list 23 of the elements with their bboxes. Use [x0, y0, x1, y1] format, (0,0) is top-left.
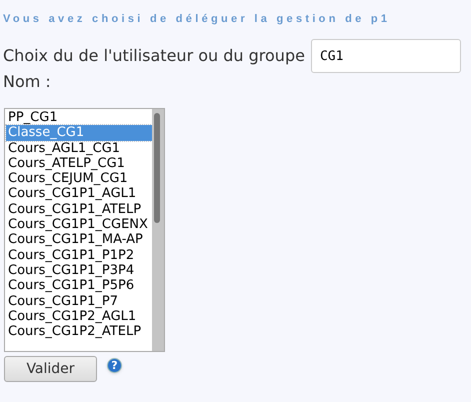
list-option[interactable]: Cours_CG1P2_ATELP: [6, 324, 152, 340]
list-option[interactable]: Cours_CG1P2_AGL1: [6, 308, 152, 324]
list-option[interactable]: Cours_CG1P1_P7: [6, 294, 152, 309]
name-listbox[interactable]: [4, 108, 165, 352]
list-option[interactable]: Cours_CG1P1_CGENX: [6, 217, 152, 232]
list-option[interactable]: Cours_CEJUM_CG1: [6, 171, 152, 186]
scrollbar-thumb[interactable]: [154, 113, 160, 223]
help-icon[interactable]: ?: [107, 358, 122, 373]
list-option[interactable]: Cours_CG1P1_ATELP: [6, 202, 152, 218]
list-option[interactable]: Cours_AGL1_CG1: [6, 140, 152, 156]
list-option[interactable]: PP_CG1: [6, 110, 152, 126]
scrollbar[interactable]: [152, 109, 164, 351]
name-label: Nom :: [3, 72, 51, 92]
list-option[interactable]: Cours_CG1P1_P3P4: [6, 262, 152, 278]
validate-button[interactable]: Valider: [4, 356, 97, 382]
page-heading: Vous avez choisi de déléguer la gestion de p1: [3, 12, 392, 26]
list-option[interactable]: Cours_CG1P1_AGL1: [6, 186, 152, 202]
search-field[interactable]: CG1: [310, 39, 461, 73]
field-label: Choix du de l'utilisateur ou du groupe: [3, 46, 305, 66]
list-option[interactable]: Cours_CG1P1_P5P6: [6, 278, 152, 294]
list-option[interactable]: Cours_CG1P1_MA-AP: [6, 232, 152, 248]
list-option[interactable]: Cours_CG1P1_P1P2: [6, 248, 152, 263]
list-option[interactable]: Cours_ATELP_CG1: [6, 156, 152, 172]
